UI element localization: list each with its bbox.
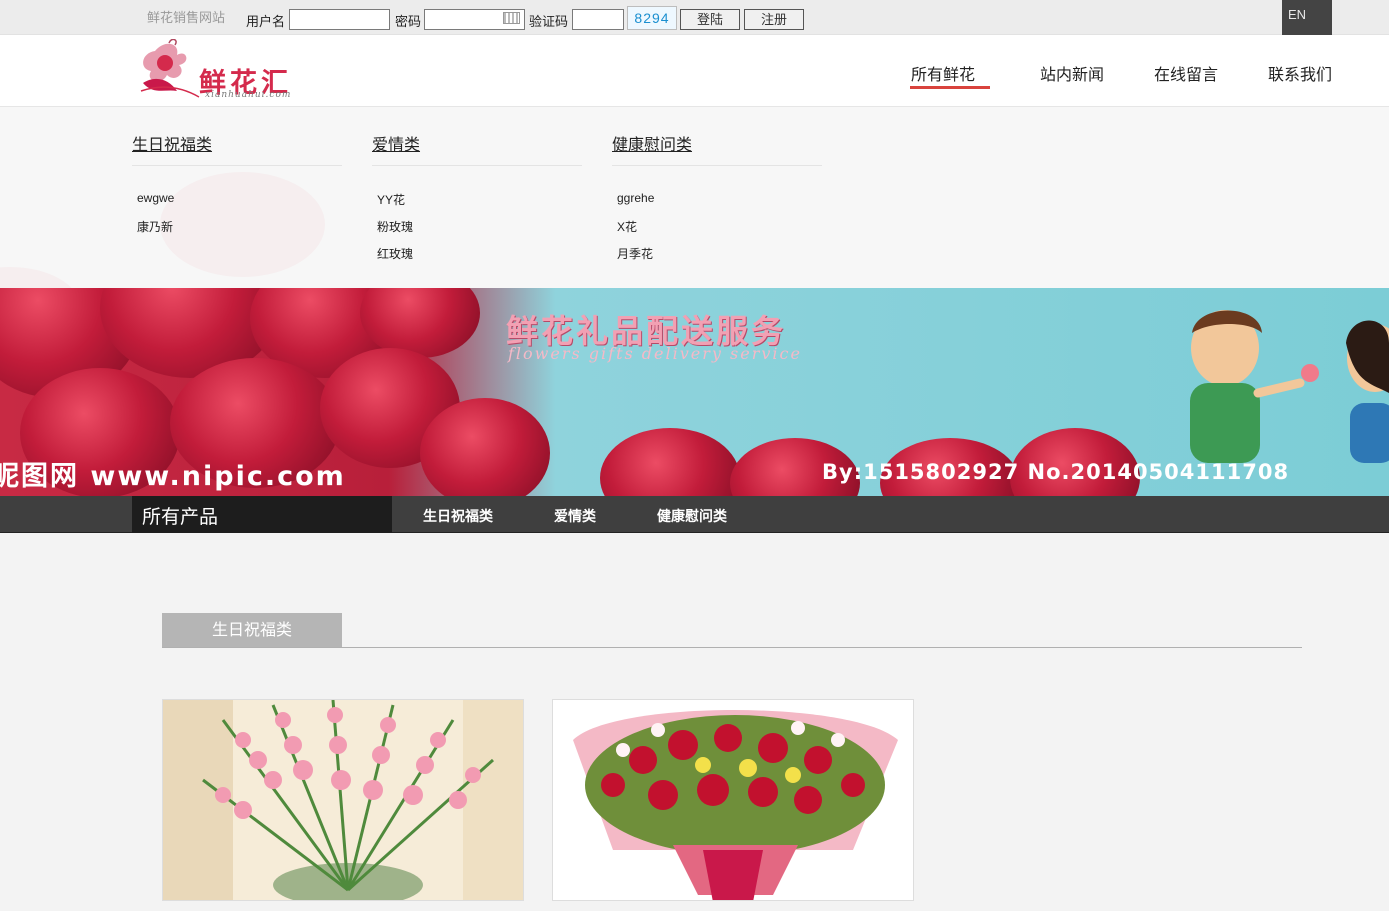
divider: [132, 165, 342, 166]
section-tab-birthday[interactable]: 生日祝福类: [162, 613, 342, 648]
site-header: 鲜花汇 xianhuahui.com 所有鲜花 站内新闻 在线留言 联系我们: [0, 35, 1389, 107]
captcha-image[interactable]: 8294: [627, 6, 677, 30]
rose-graphic: [600, 428, 740, 496]
category-link-love[interactable]: 爱情类: [554, 506, 596, 526]
rose-bouquet-product-image: [553, 700, 913, 900]
all-products-title[interactable]: 所有产品: [132, 496, 392, 533]
category-heading[interactable]: 爱情类: [372, 131, 420, 155]
category-heading[interactable]: 生日祝福类: [132, 131, 212, 155]
top-login-bar: 鲜花销售网站 用户名 密码 验证码 8294 登陆 注册 EN: [0, 0, 1389, 35]
username-label: 用户名: [246, 14, 286, 29]
banner-watermark: By:1515802927 No.20140504111708: [822, 460, 1290, 484]
language-toggle[interactable]: EN: [1282, 0, 1332, 35]
category-item[interactable]: 月季花: [617, 245, 653, 262]
category-heading[interactable]: 健康慰问类: [612, 131, 692, 155]
username-input[interactable]: [289, 9, 390, 30]
logo-domain: xianhuahui.com: [205, 90, 292, 100]
category-item[interactable]: 粉玫瑰: [377, 218, 413, 235]
category-item[interactable]: YY花: [377, 191, 405, 208]
divider: [372, 165, 582, 166]
banner-watermark: 昵图网 www.nipic.com: [0, 461, 346, 492]
rose-graphic: [420, 398, 550, 496]
nav-contact-us[interactable]: 联系我们: [1268, 61, 1332, 85]
nav-site-news[interactable]: 站内新闻: [1040, 61, 1104, 85]
register-button[interactable]: 注册: [744, 9, 804, 30]
hero-banner[interactable]: 鲜花礼品配送服务 flowers gifts delivery service …: [0, 288, 1389, 496]
category-link-birthday[interactable]: 生日祝福类: [423, 506, 493, 526]
background-decoration: [160, 172, 325, 277]
gladiolus-product-image: [163, 700, 523, 900]
category-item[interactable]: ewgwe: [137, 191, 174, 205]
product-card[interactable]: [552, 699, 914, 901]
product-card[interactable]: [162, 699, 524, 901]
site-name: 鲜花销售网站: [147, 10, 226, 25]
background-decoration: [0, 267, 80, 288]
nav-online-message[interactable]: 在线留言: [1154, 61, 1218, 85]
section-divider: [162, 647, 1302, 648]
category-link-health[interactable]: 健康慰问类: [657, 506, 727, 526]
captcha-input[interactable]: [572, 9, 624, 30]
login-button[interactable]: 登陆: [680, 9, 740, 30]
product-category-bar: 所有产品 生日祝福类 爱情类 健康慰问类: [0, 496, 1389, 533]
flower-girl-logo-icon: [140, 39, 200, 98]
site-logo[interactable]: 鲜花汇 xianhuahui.com: [135, 39, 335, 101]
couple-illustration: [1190, 310, 1389, 463]
divider: [612, 165, 822, 166]
category-item[interactable]: ggrehe: [617, 191, 654, 205]
nav-all-flowers[interactable]: 所有鲜花: [911, 61, 975, 85]
category-item[interactable]: 康乃新: [137, 218, 173, 235]
active-nav-indicator: [910, 86, 990, 89]
category-item[interactable]: 红玫瑰: [377, 245, 413, 262]
password-label: 密码: [395, 14, 422, 29]
category-item[interactable]: X花: [617, 218, 637, 235]
captcha-label: 验证码: [529, 14, 569, 29]
keyboard-icon[interactable]: [503, 12, 520, 24]
flower-category-dropdown: 生日祝福类 ewgwe 康乃新 爱情类 YY花 粉玫瑰 红玫瑰 健康慰问类 gg…: [0, 107, 1389, 288]
banner-subtitle: flowers gifts delivery service: [508, 344, 802, 363]
